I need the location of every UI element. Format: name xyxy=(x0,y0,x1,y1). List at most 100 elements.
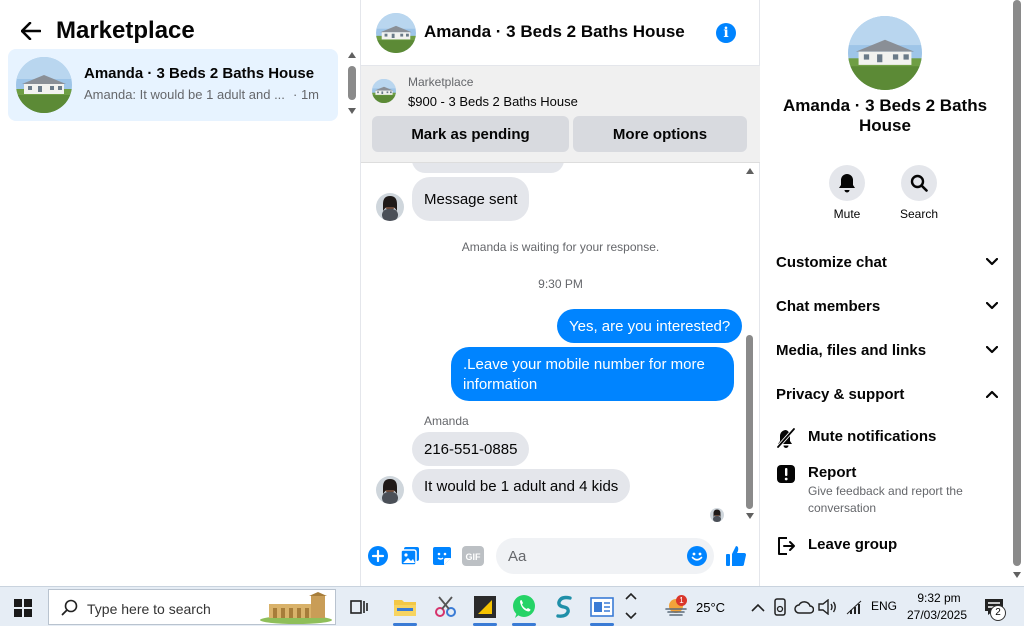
chat-pane: Amanda · 3 Beds 2 Baths House i Marketpl… xyxy=(361,0,760,586)
listing-price-title[interactable]: $900 - 3 Beds 2 Baths House xyxy=(408,94,578,109)
plus-circle-icon[interactable] xyxy=(367,545,389,567)
mute-action[interactable]: Mute xyxy=(822,165,872,221)
page-title: Marketplace xyxy=(56,17,195,44)
thumbs-up-icon[interactable] xyxy=(725,545,747,567)
message-bubble-incoming: 216-551-0885 xyxy=(412,432,530,466)
message-bubble-outgoing: .Leave your mobile number for more infor… xyxy=(451,347,734,401)
messenger-app: Marketplace Amanda · 3 Beds 2 Baths Hous… xyxy=(0,0,1024,586)
section-customize-chat[interactable]: Customize chat xyxy=(776,248,998,276)
whatsapp-icon[interactable] xyxy=(510,593,538,626)
mute-notifications-item[interactable]: Mute notifications xyxy=(776,428,998,448)
search-highlight-illustration-icon xyxy=(260,592,332,624)
onedrive-cloud-icon[interactable] xyxy=(792,593,816,621)
sender-avatar xyxy=(376,476,404,504)
gif-icon[interactable]: GIF xyxy=(462,545,484,567)
wifi-icon[interactable] xyxy=(842,593,866,621)
clock-time[interactable]: 9:32 pm xyxy=(914,591,964,605)
leave-group-label: Leave group xyxy=(808,536,898,553)
left-scrollbar[interactable] xyxy=(346,52,358,118)
scroll-down-icon[interactable] xyxy=(348,108,356,114)
more-options-button[interactable]: More options xyxy=(573,116,747,152)
chat-details-pane: Amanda · 3 Beds 2 Baths House Mute Searc… xyxy=(760,0,1024,586)
scroll-up-icon[interactable] xyxy=(746,168,754,174)
temperature-text[interactable]: 25°C xyxy=(696,600,725,615)
clock-date[interactable]: 27/03/2025 xyxy=(905,608,969,622)
scroll-down-icon[interactable] xyxy=(1013,572,1021,578)
chat-avatar-header[interactable] xyxy=(376,13,416,53)
snipping-tool-icon[interactable] xyxy=(432,593,460,621)
mark-as-pending-button[interactable]: Mark as pending xyxy=(372,116,569,152)
info-icon[interactable]: i xyxy=(716,23,736,43)
message-composer: GIF xyxy=(361,530,760,580)
taskbar-search[interactable]: Type here to search xyxy=(48,589,336,625)
sticky-notes-icon[interactable] xyxy=(471,593,499,626)
message-input[interactable] xyxy=(496,538,714,574)
sticker-icon[interactable] xyxy=(431,545,453,567)
conversation-preview: Amanda: It would be 1 adult and ... xyxy=(84,87,285,102)
scroll-up-icon[interactable] xyxy=(348,52,356,58)
right-scrollbar[interactable] xyxy=(1010,0,1024,586)
section-privacy-support[interactable]: Privacy & support xyxy=(776,380,998,408)
report-icon xyxy=(776,464,796,484)
photo-icon[interactable] xyxy=(399,545,421,567)
scroll-thumb[interactable] xyxy=(746,335,753,509)
bell-icon[interactable] xyxy=(829,165,865,201)
emoji-icon[interactable] xyxy=(686,545,708,567)
report-description-line: Give feedback and report the xyxy=(808,484,963,498)
details-avatar xyxy=(848,16,922,90)
sender-name: Amanda xyxy=(424,414,469,428)
details-title-line: House xyxy=(859,116,911,135)
weather-badge: 1 xyxy=(676,595,687,606)
section-label: Customize chat xyxy=(776,253,887,271)
listing-thumbnail[interactable] xyxy=(372,79,396,103)
report-description: Give feedback and report the conversatio… xyxy=(808,483,963,517)
search-icon xyxy=(61,599,78,616)
chevron-down-icon[interactable] xyxy=(625,612,637,620)
section-label: Media, files and links xyxy=(776,341,927,359)
message-bubble-incoming: It would be 1 adult and 4 kids xyxy=(412,469,631,503)
device-icon[interactable] xyxy=(770,593,790,621)
file-explorer-icon[interactable] xyxy=(391,593,419,626)
tray-chevron-up-icon[interactable] xyxy=(744,593,772,621)
scroll-down-icon[interactable] xyxy=(746,513,754,519)
app-window-icon[interactable] xyxy=(588,593,616,626)
app-s-icon[interactable] xyxy=(550,593,578,621)
back-arrow-icon[interactable] xyxy=(18,18,44,44)
message-bubble-partial xyxy=(412,163,564,173)
message-timestamp: 9:30 PM xyxy=(538,277,583,291)
notification-count-badge: 2 xyxy=(990,605,1006,621)
details-title-line: Amanda · 3 Beds 2 Baths xyxy=(782,96,988,115)
conversation-time: · 1m xyxy=(293,87,319,102)
chevron-up-icon xyxy=(986,390,998,398)
chat-title[interactable]: Amanda · 3 Beds 2 Baths House xyxy=(424,22,685,42)
section-media-files-links[interactable]: Media, files and links xyxy=(776,336,998,364)
section-chat-members[interactable]: Chat members xyxy=(776,292,998,320)
message-thread[interactable]: Message sent Amanda is waiting for your … xyxy=(361,163,760,523)
bell-off-icon xyxy=(776,428,796,448)
listing-kicker: Marketplace xyxy=(408,75,474,89)
svg-text:GIF: GIF xyxy=(466,552,482,562)
scroll-thumb[interactable] xyxy=(1013,0,1021,566)
section-label: Chat members xyxy=(776,297,881,315)
volume-icon[interactable] xyxy=(816,593,840,621)
leave-group-item[interactable]: Leave group xyxy=(776,536,998,556)
conversation-name: Amanda · 3 Beds 2 Baths House xyxy=(84,65,315,82)
chat-scrollbar[interactable] xyxy=(744,163,756,523)
search-action[interactable]: Search xyxy=(894,165,944,221)
report-item[interactable]: Report Give feedback and report the conv… xyxy=(776,464,998,517)
conversation-list-pane: Marketplace Amanda · 3 Beds 2 Baths Hous… xyxy=(0,0,361,586)
language-indicator[interactable]: ENG xyxy=(871,599,897,613)
conversation-item[interactable]: Amanda · 3 Beds 2 Baths House Amanda: It… xyxy=(8,49,338,121)
search-icon[interactable] xyxy=(901,165,937,201)
scroll-thumb[interactable] xyxy=(348,66,356,100)
leave-icon xyxy=(776,536,796,556)
chevron-up-icon[interactable] xyxy=(625,592,637,600)
windows-start-icon[interactable] xyxy=(14,599,32,617)
task-view-icon[interactable] xyxy=(346,593,374,621)
message-line: .Leave your mobile number for more xyxy=(463,356,705,373)
chevron-down-icon xyxy=(986,302,998,310)
taskbar-overflow[interactable] xyxy=(623,588,639,624)
read-receipt-avatar xyxy=(710,508,724,522)
report-description-line: conversation xyxy=(808,501,877,515)
mute-notifications-label: Mute notifications xyxy=(808,428,937,445)
